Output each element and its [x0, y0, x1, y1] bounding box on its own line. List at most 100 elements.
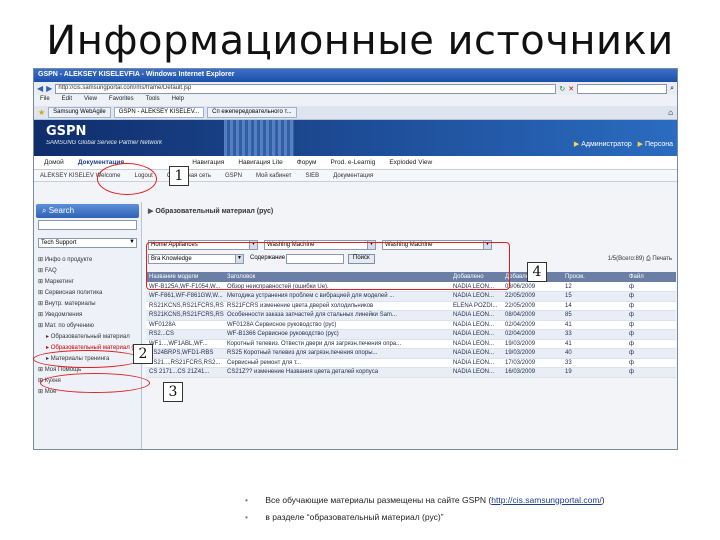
callout-filters-box — [146, 242, 510, 290]
refresh-icon[interactable]: ↻ — [559, 85, 565, 93]
bullet-dot-icon: • — [245, 512, 248, 522]
sidebar-item[interactable]: ⊞ Уведомления — [34, 309, 141, 320]
magnifier-icon: ⌕ — [42, 206, 47, 215]
tab-third[interactable]: Сп ежепередовательного т... — [207, 107, 297, 118]
menu-file[interactable]: File — [40, 96, 50, 105]
table-cell: 85 — [562, 310, 626, 321]
admin-links: ▶ Администратор ▶ Персона — [574, 140, 673, 148]
table-row[interactable]: WF0128A WF0128A Сервисное руководство (ру… — [146, 320, 676, 330]
tab-gspn[interactable]: GSPN - ALEKSEY KISELEV... — [113, 107, 205, 118]
table-cell: 40 — [562, 348, 626, 359]
table-row[interactable]: RS2...CS WF-B1366 Сервисное руководство (… — [146, 329, 676, 340]
stop-icon[interactable]: ✕ — [568, 85, 574, 93]
file-attachment-icon[interactable]: ф — [626, 310, 676, 321]
table-cell: 33 — [562, 329, 626, 340]
sidebar-category-select[interactable]: Tech Support ▼ — [38, 238, 137, 248]
chevron-down-icon: ▼ — [129, 239, 135, 245]
bullet-dot-icon: • — [245, 495, 248, 505]
table-row[interactable]: RS21...,RS21FCRS,RS2... Сервисный ремонт … — [146, 358, 676, 368]
search-input[interactable] — [577, 83, 668, 94]
menu-tools[interactable]: Tools — [146, 96, 160, 105]
table-row[interactable]: RS21KCNS,RS21FCRS,RS2... Особенности зака… — [146, 310, 676, 321]
home-icon[interactable]: ⌂ — [668, 108, 673, 117]
table-cell[interactable]: WF0128A Сервисное руководство (рус) — [224, 320, 450, 330]
forward-icon[interactable]: ▶ — [46, 84, 52, 93]
col-file[interactable]: Файл — [626, 272, 676, 282]
menu-view[interactable]: View — [84, 96, 97, 105]
table-cell: RS21...,RS21FCRS,RS2... — [146, 358, 224, 368]
file-attachment-icon[interactable]: ф — [626, 282, 676, 292]
sidebar-search-input[interactable] — [38, 220, 137, 230]
address-input[interactable]: http://cis.samsungportal.com/ms/frame/De… — [55, 83, 557, 94]
table-row[interactable]: RS21KCNS,RS21FCRS,RS2... RS21FCRS изменен… — [146, 301, 676, 311]
table-cell: NADIA LEON... — [450, 348, 502, 359]
sidebar-item[interactable]: ⊞ FAQ — [34, 265, 141, 276]
table-cell[interactable]: Коротный телевиз. Отвести двери для загр… — [224, 339, 450, 349]
building-graphic — [224, 120, 294, 156]
subnav-documentation[interactable]: Документация — [333, 173, 373, 179]
table-cell[interactable]: WF-B1366 Сервисное руководство (рус) — [224, 329, 450, 340]
table-row[interactable]: RS24BRPS,WFD1-RBS RS25 Коротный телевиз д… — [146, 348, 676, 359]
sidebar-item-label: Инфо о продукте — [44, 257, 93, 263]
table-cell: RS2...CS — [146, 329, 224, 340]
file-attachment-icon[interactable]: ф — [626, 329, 676, 340]
table-cell: 22/05/2009 — [502, 291, 562, 302]
menu-edit[interactable]: Edit — [62, 96, 72, 105]
table-cell: WF1...,WF1ABL,WF... — [146, 339, 224, 349]
file-attachment-icon[interactable]: ф — [626, 339, 676, 349]
nav-navigation-lite[interactable]: Навигация Lite — [238, 159, 282, 166]
table-cell[interactable]: Сервисный ремонт для т... — [224, 358, 450, 368]
sidebar-item[interactable]: ⊞ Внутр. материалы — [34, 298, 141, 309]
tab-webagile[interactable]: Samsung WebAgile — [48, 107, 111, 118]
expand-plus-icon: ⊞ — [38, 301, 45, 307]
file-attachment-icon[interactable]: ф — [626, 367, 676, 378]
favorites-star-icon[interactable]: ★ — [38, 108, 45, 117]
subnav-sieb[interactable]: SIEB — [306, 173, 320, 179]
gspn-link[interactable]: http://cis.samsungportal.com/ — [491, 495, 602, 505]
sidebar-item[interactable]: ▸ Образовательный материал — [34, 331, 141, 342]
nav-exploded-view[interactable]: Exploded View — [389, 159, 432, 166]
gspn-logo: GSPN — [46, 124, 87, 139]
file-attachment-icon[interactable]: ф — [626, 348, 676, 359]
page-title: ▶ Образовательный материал (рус) — [148, 208, 274, 215]
expand-plus-icon: ⊞ — [38, 312, 45, 318]
nav-elearning[interactable]: Prod. e-Learnig — [331, 159, 376, 166]
table-cell[interactable]: Особенности заказа запчастей для стальны… — [224, 310, 450, 321]
table-row[interactable]: WF1...,WF1ABL,WF... Коротный телевиз. Отв… — [146, 339, 676, 349]
expand-plus-icon: ⊞ — [38, 367, 45, 373]
table-cell: 41 — [562, 320, 626, 330]
subnav-my-cabinet[interactable]: Мой кабинет — [256, 173, 292, 179]
person-link[interactable]: Персона — [645, 141, 673, 148]
subnav-gspn[interactable]: GSPN — [225, 173, 242, 179]
table-row[interactable]: CS 2171...CS 21Z41... CS21Z?? изменение Н… — [146, 367, 676, 378]
table-cell: NADIA LEON... — [450, 320, 502, 330]
table-cell[interactable]: Методика устранения проблем с вибрацией … — [224, 291, 450, 302]
nav-forum[interactable]: Форум — [297, 159, 317, 166]
nav-home[interactable]: Домой — [44, 159, 64, 166]
table-cell[interactable]: RS21FCRS изменение цвета дверей холодиль… — [224, 301, 450, 311]
menu-favorites[interactable]: Favorites — [109, 96, 134, 105]
file-attachment-icon[interactable]: ф — [626, 358, 676, 368]
col-views[interactable]: Просм. — [562, 272, 626, 282]
sidebar-item[interactable]: ⊞ Сервисная политика — [34, 287, 141, 298]
table-cell[interactable]: RS25 Коротный телевиз для загрязн.печени… — [224, 348, 450, 359]
slide-bullets: • Все обучающие материалы размещены на с… — [245, 495, 605, 529]
menu-help[interactable]: Help — [172, 96, 184, 105]
sidebar-item[interactable]: ⊞ Инфо о продукте — [34, 254, 141, 265]
file-attachment-icon[interactable]: ф — [626, 301, 676, 311]
file-attachment-icon[interactable]: ф — [626, 320, 676, 330]
print-link[interactable]: Печать — [652, 256, 672, 262]
table-cell: 15 — [562, 291, 626, 302]
file-attachment-icon[interactable]: ф — [626, 291, 676, 302]
nav-navigation[interactable]: Навигация — [192, 159, 224, 166]
expand-plus-icon: ⊞ — [38, 323, 45, 329]
search-icon[interactable]: ⌕ — [670, 85, 674, 93]
printer-icon[interactable]: ⎙ — [646, 256, 651, 262]
expand-plus-icon: ⊞ — [38, 279, 45, 285]
back-icon[interactable]: ◀ — [37, 84, 43, 93]
sidebar-item[interactable]: ⊞ Маркетинг — [34, 276, 141, 287]
sidebar-item[interactable]: ⊞ Мат. по обучению — [34, 320, 141, 331]
table-row[interactable]: WF-F861,WF-F861GW,W... Методика устранени… — [146, 291, 676, 302]
admin-link[interactable]: Администратор — [581, 141, 632, 148]
table-cell[interactable]: CS21Z?? изменение Названия цвета деталей… — [224, 367, 450, 378]
